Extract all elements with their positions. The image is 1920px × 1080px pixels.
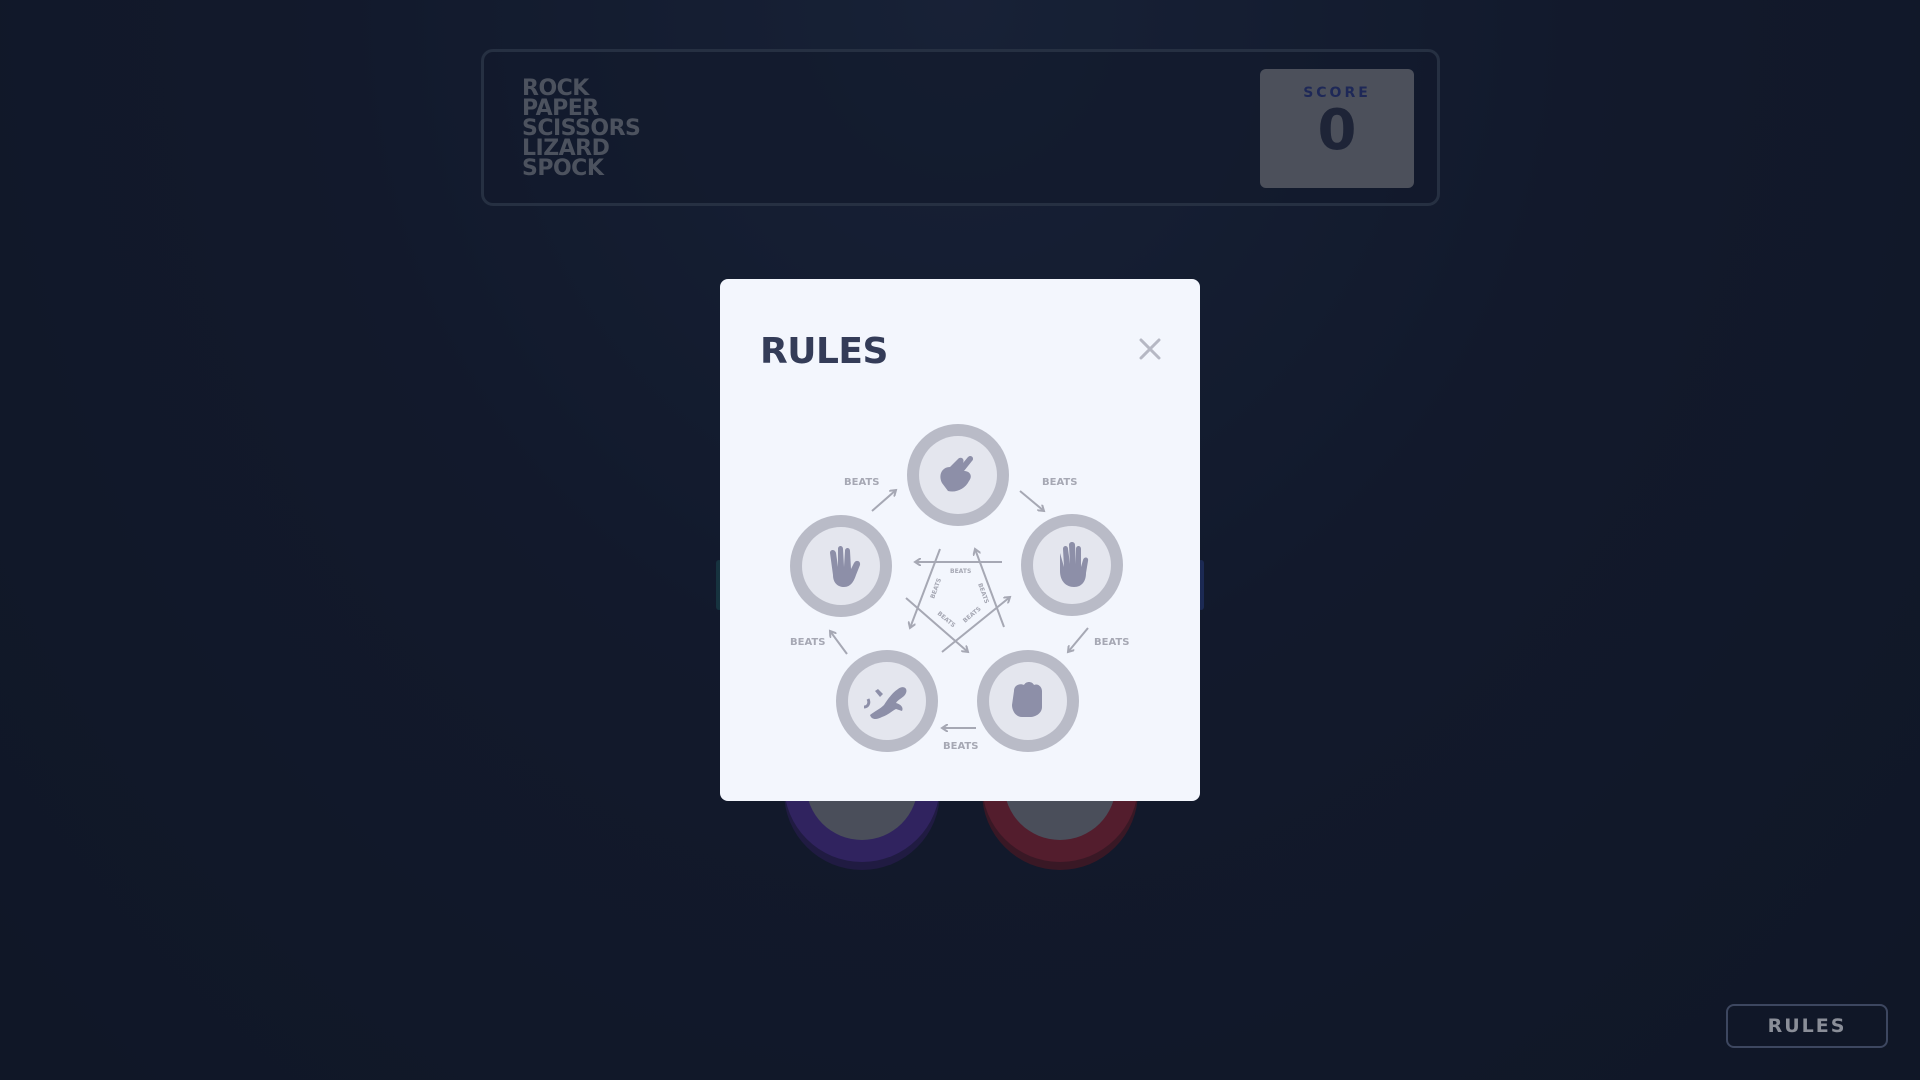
token-paper bbox=[1021, 514, 1123, 616]
rules-diagram: BEATS BEATS BEATS BEATS BEATS BEATS BEAT… bbox=[790, 424, 1129, 752]
rock-icon bbox=[1012, 682, 1042, 717]
inner-beats-label: BEATS bbox=[929, 577, 943, 599]
arrow-scissors-to-paper bbox=[1019, 490, 1044, 511]
inner-pentagram bbox=[905, 549, 1010, 652]
beats-label: BEATS bbox=[844, 477, 879, 488]
rules-modal: RULES BEATS BEATS BEATS BEATS BEATS BEAT… bbox=[720, 279, 1200, 801]
rules-button[interactable]: RULES bbox=[1726, 1004, 1888, 1048]
beats-label: BEATS bbox=[790, 637, 825, 648]
arrow-paper-to-rock bbox=[1068, 627, 1089, 652]
token-spock bbox=[790, 515, 892, 617]
arrow-spock-to-scissors bbox=[871, 490, 896, 512]
beats-label: BEATS bbox=[1042, 477, 1077, 488]
inner-arrow bbox=[905, 597, 968, 652]
beats-label: BEATS bbox=[943, 741, 978, 752]
inner-beats-label: BEATS bbox=[950, 568, 971, 575]
beats-label: BEATS bbox=[1094, 637, 1129, 648]
token-scissors bbox=[907, 424, 1009, 526]
arrow-lizard-to-spock bbox=[830, 631, 848, 655]
token-rock bbox=[977, 650, 1079, 752]
token-lizard bbox=[836, 650, 938, 752]
